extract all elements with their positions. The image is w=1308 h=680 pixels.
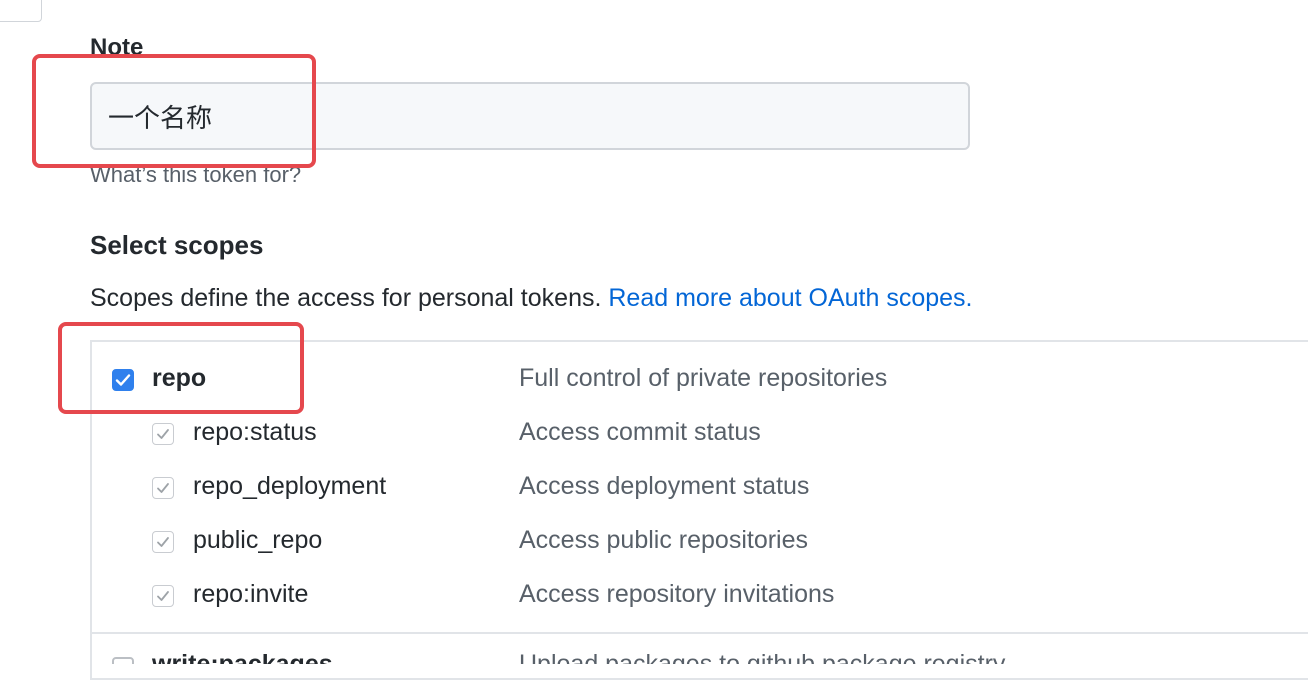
scope-desc-repo: Full control of private repositories bbox=[519, 364, 888, 392]
scopes-description-text: Scopes define the access for personal to… bbox=[90, 284, 602, 312]
annotation-note-highlight bbox=[32, 54, 316, 168]
repo-deployment-checkbox[interactable] bbox=[152, 477, 174, 499]
top-left-button-edge[interactable] bbox=[0, 0, 42, 22]
scope-desc-public-repo: Access public repositories bbox=[519, 526, 809, 554]
scope-row-public-repo: public_repo Access public repositories bbox=[0, 522, 1308, 562]
oauth-scopes-link[interactable]: Read more about OAuth scopes. bbox=[608, 284, 972, 312]
scope-desc-repo-invite: Access repository invitations bbox=[519, 580, 835, 608]
check-icon bbox=[157, 537, 169, 547]
scope-name-write-packages: write:packages bbox=[152, 650, 333, 664]
scope-divider bbox=[92, 632, 1308, 634]
check-icon bbox=[157, 483, 169, 493]
scope-desc-repo-status: Access commit status bbox=[519, 418, 761, 446]
scope-name-repo-invite: repo:invite bbox=[193, 580, 309, 608]
scope-desc-write-packages: Upload packages to github package regist… bbox=[519, 650, 1006, 664]
select-scopes-title: Select scopes bbox=[90, 230, 264, 260]
repo-status-checkbox[interactable] bbox=[152, 423, 174, 445]
scope-row-write-packages: write:packages Upload packages to github… bbox=[0, 650, 1308, 664]
check-icon bbox=[157, 591, 169, 601]
scope-row-repo-invite: repo:invite Access repository invitation… bbox=[0, 576, 1308, 616]
write-packages-checkbox[interactable] bbox=[112, 657, 134, 664]
scope-row-repo-deployment: repo_deployment Access deployment status bbox=[0, 468, 1308, 508]
check-icon bbox=[157, 429, 169, 439]
scope-name-repo-deployment: repo_deployment bbox=[193, 472, 387, 500]
scope-row-repo-status: repo:status Access commit status bbox=[0, 414, 1308, 454]
annotation-repo-highlight bbox=[58, 322, 304, 414]
scope-desc-repo-deployment: Access deployment status bbox=[519, 472, 810, 500]
scope-name-public-repo: public_repo bbox=[193, 526, 323, 554]
scope-name-repo-status: repo:status bbox=[193, 418, 317, 446]
scopes-description: Scopes define the access for personal to… bbox=[90, 284, 972, 313]
public-repo-checkbox[interactable] bbox=[152, 531, 174, 553]
repo-invite-checkbox[interactable] bbox=[152, 585, 174, 607]
